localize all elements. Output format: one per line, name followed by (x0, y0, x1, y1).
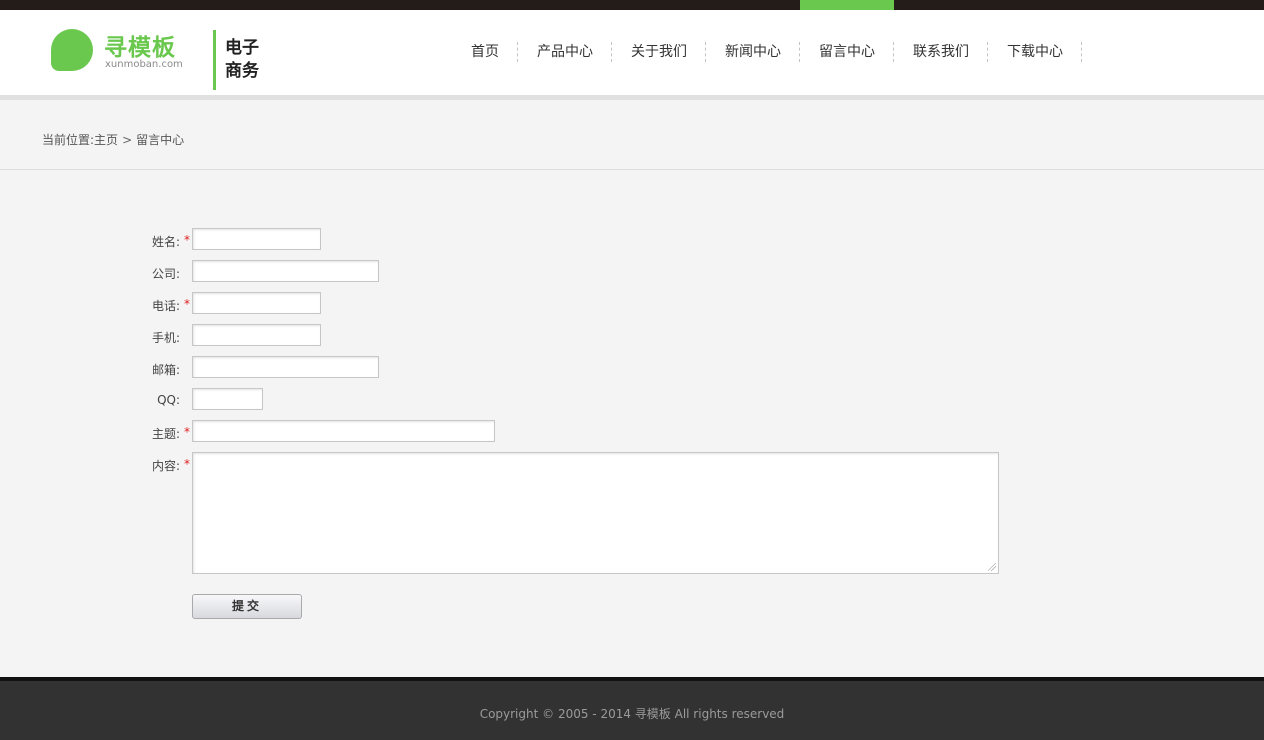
company-input[interactable] (192, 260, 379, 282)
footer: Copyright © 2005 - 2014 寻模板 All rights r… (0, 681, 1264, 740)
logo[interactable]: 寻模板 xunmoban.com (50, 28, 190, 78)
email-input[interactable] (192, 356, 379, 378)
name-label: 姓名: (151, 235, 180, 249)
breadcrumb-separator: > (122, 133, 133, 147)
phone-input[interactable] (192, 292, 321, 314)
nav-item-about[interactable]: 关于我们 (627, 10, 691, 95)
company-label: 公司: (151, 267, 180, 281)
required-mark: * (184, 233, 190, 247)
mobile-label: 手机: (151, 331, 180, 345)
nav-divider (705, 42, 706, 62)
nav-divider (611, 42, 612, 62)
nav-active-indicator (800, 0, 894, 10)
nav-divider (799, 42, 800, 62)
nav-divider (893, 42, 894, 62)
breadcrumb-prefix: 当前位置: (42, 133, 95, 147)
required-mark: * (184, 297, 190, 311)
nav-item-home[interactable]: 首页 (465, 10, 505, 95)
breadcrumb: 当前位置:主页 > 留言中心 (42, 131, 184, 148)
breadcrumb-divider (0, 169, 1264, 170)
logo-domain: xunmoban.com (105, 59, 183, 70)
logo-divider (213, 30, 216, 90)
breadcrumb-home-link[interactable]: 主页 (94, 133, 118, 147)
subject-label: 主题: (151, 427, 180, 441)
nav-item-download[interactable]: 下载中心 (1003, 10, 1067, 95)
required-mark: * (184, 457, 190, 471)
site-tagline: 电子商务 (225, 38, 259, 81)
nav-divider (987, 42, 988, 62)
phone-label: 电话: (151, 299, 180, 313)
email-label: 邮箱: (151, 363, 180, 377)
header-shadow (0, 95, 1264, 100)
nav-item-products[interactable]: 产品中心 (533, 10, 597, 95)
top-bar (0, 0, 1264, 10)
content-label: 内容: (151, 459, 180, 473)
nav-item-news[interactable]: 新闻中心 (721, 10, 785, 95)
nav-item-contact[interactable]: 联系我们 (909, 10, 973, 95)
content-textarea[interactable] (192, 452, 999, 574)
copyright-text: Copyright © 2005 - 2014 寻模板 All rights r… (479, 707, 785, 721)
resize-grip-icon[interactable] (988, 563, 996, 571)
nav-item-guestbook[interactable]: 留言中心 (815, 10, 879, 95)
subject-input[interactable] (192, 420, 495, 442)
submit-button[interactable]: 提交 (192, 594, 302, 619)
name-input[interactable] (192, 228, 321, 250)
logo-text: 寻模板 (104, 35, 176, 61)
qq-input[interactable] (192, 388, 263, 410)
logo-bubble-icon (51, 29, 93, 71)
required-mark: * (184, 425, 190, 439)
qq-label: QQ: (157, 393, 180, 407)
mobile-input[interactable] (192, 324, 321, 346)
nav-divider (517, 42, 518, 62)
breadcrumb-current: 留言中心 (136, 133, 185, 147)
nav-divider (1081, 42, 1082, 62)
